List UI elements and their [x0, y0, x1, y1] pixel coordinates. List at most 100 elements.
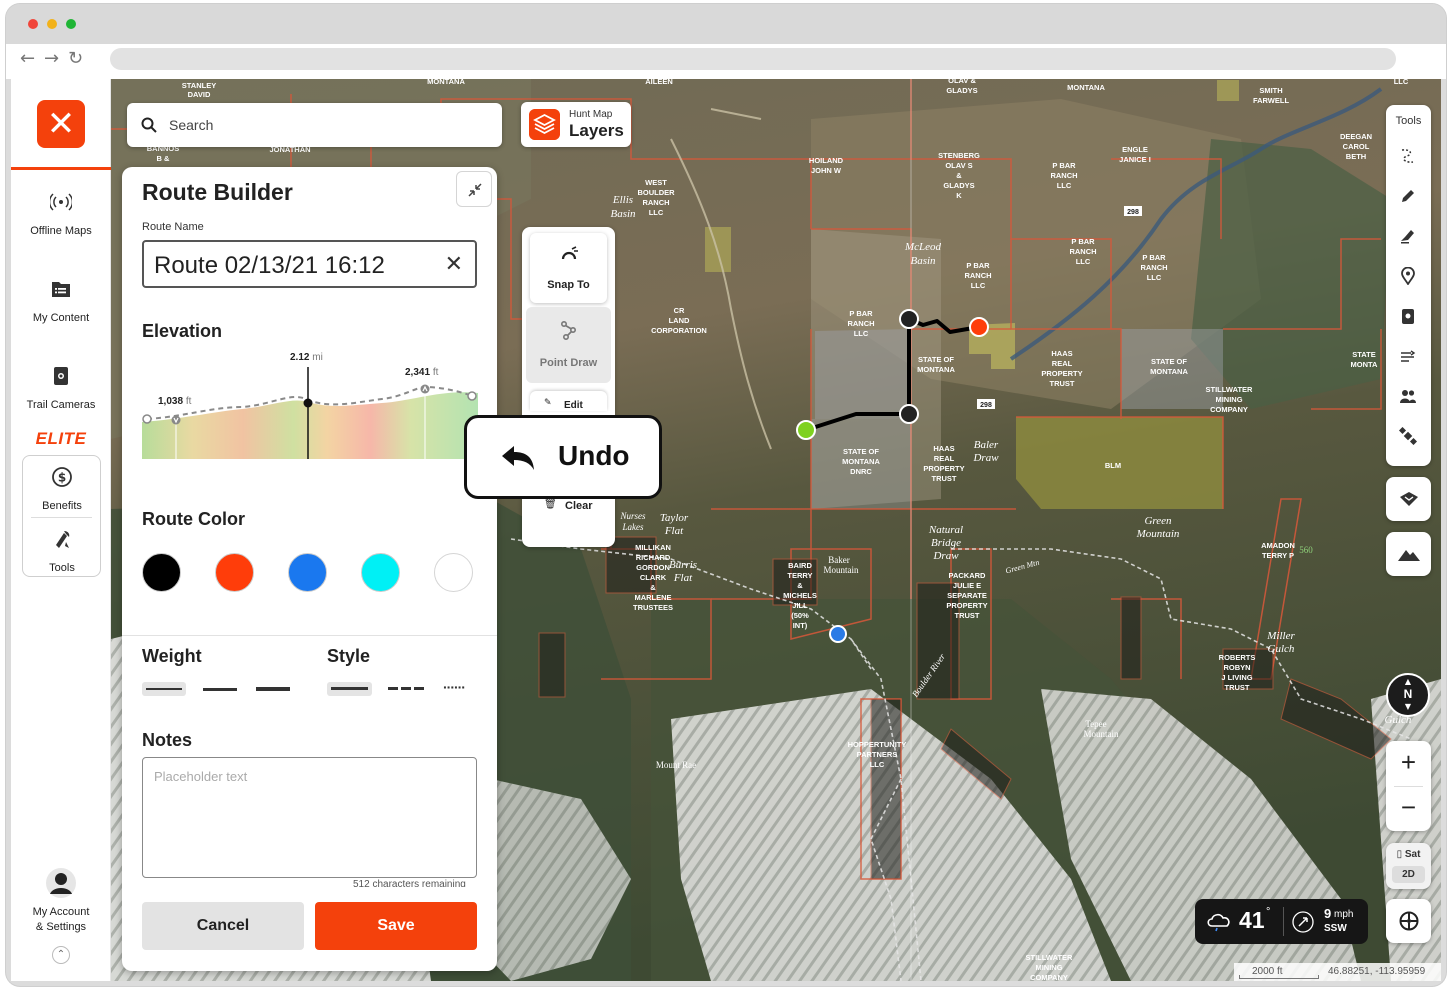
map-label: HAAS [933, 444, 954, 453]
temperature-value: 41 [1239, 907, 1265, 933]
right-tools-title: Tools [1395, 115, 1422, 127]
weather-widget[interactable]: 41 ° 9 mph SSW [1195, 899, 1368, 944]
route-draw-icon[interactable] [1399, 147, 1417, 165]
map-label: JILL [792, 601, 808, 610]
back-arrow-icon[interactable]: ← [20, 48, 35, 69]
color-swatch-cyan[interactable] [361, 553, 400, 592]
dollar-icon: $ [52, 467, 72, 487]
point-draw-tool[interactable]: Point Draw [526, 307, 611, 383]
satellite-icon[interactable] [1399, 427, 1417, 445]
notes-textarea[interactable]: Placeholder text [142, 757, 477, 878]
map-label: STATE OF [843, 447, 879, 456]
map-label: BETH [1346, 152, 1366, 161]
map-label: PARTNERS [857, 750, 898, 759]
panel-title: Route Builder [142, 179, 293, 205]
minimize-window-dot[interactable] [47, 19, 57, 29]
route-end-point[interactable] [969, 317, 989, 337]
cancel-button[interactable]: Cancel [142, 902, 304, 950]
weight-title: Weight [142, 646, 202, 666]
nav-my-content[interactable]: My Content [11, 278, 111, 326]
app-logo[interactable]: ✕ [37, 100, 85, 148]
people-icon[interactable] [1399, 387, 1417, 405]
nav-tools[interactable]: Tools [12, 528, 112, 576]
nav-offline-maps[interactable]: Offline Maps [11, 191, 111, 239]
map-label: LAND [669, 316, 690, 325]
weight-thick-option[interactable] [254, 682, 292, 696]
elevation-max-label: 2,341 ft [405, 367, 439, 378]
color-swatch-blue[interactable] [288, 553, 327, 592]
map-pin-icon[interactable] [1399, 267, 1417, 285]
elevation-min-label: 1,038 ft [158, 396, 192, 407]
nav-tools-label: Tools [49, 562, 75, 574]
map-label: RANCH [1050, 171, 1077, 180]
forward-arrow-icon[interactable]: → [44, 48, 59, 69]
style-solid-option[interactable] [327, 682, 372, 696]
map-label: RANCH [642, 198, 669, 207]
zoom-in-button[interactable]: + [1386, 747, 1431, 778]
compass-button[interactable]: ▲ N ▼ [1386, 673, 1430, 717]
map-label: STATE [1352, 350, 1375, 359]
area-draw-icon[interactable] [1399, 227, 1417, 245]
map-mode-toggle[interactable]: ▯ Sat 2D [1386, 843, 1431, 889]
locate-button[interactable] [1386, 899, 1431, 943]
layers-icon [529, 109, 560, 140]
pencil-icon[interactable] [1399, 187, 1417, 205]
logo-underline [11, 167, 111, 170]
snap-to-label: Snap To [547, 279, 590, 291]
layers-button[interactable]: Hunt Map Layers [521, 102, 631, 147]
nav-benefits[interactable]: $ Benefits [12, 466, 112, 514]
map-label: RANCH [1069, 247, 1096, 256]
layers-subtitle: Hunt Map [569, 109, 613, 120]
nav-trail-cameras[interactable]: Trail Cameras [11, 365, 111, 413]
mountain-icon [1398, 550, 1420, 561]
zoom-out-button[interactable]: − [1386, 792, 1431, 823]
terrain-button[interactable] [1386, 532, 1431, 576]
color-swatch-red[interactable] [215, 553, 254, 592]
clear-tool[interactable]: 🗑 Clear [530, 497, 607, 525]
maximize-window-dot[interactable] [66, 19, 76, 29]
dimension-toggle[interactable]: 2D [1392, 866, 1425, 883]
map-label: BOULDER [637, 188, 675, 197]
route-start-point[interactable] [796, 420, 816, 440]
browser-toolbar: ← → ↻ [6, 44, 1446, 79]
map-label: Tepee [1085, 719, 1106, 729]
url-bar[interactable] [110, 48, 1396, 70]
weight-thin-option[interactable] [142, 682, 186, 696]
close-window-dot[interactable] [28, 19, 38, 29]
snap-to-tool[interactable]: Snap To [530, 233, 607, 303]
collapse-panel-button[interactable] [456, 171, 492, 207]
nav-benefits-label: Benefits [42, 500, 82, 512]
trail-camera-icon [54, 367, 68, 385]
route-waypoint[interactable] [899, 309, 919, 329]
wind-icon[interactable] [1399, 347, 1417, 365]
edit-tool[interactable]: ✎ Edit [530, 391, 607, 411]
route-waypoint[interactable] [899, 404, 919, 424]
nav-account-settings[interactable]: My Account & Settings [11, 867, 111, 935]
color-swatch-white[interactable] [434, 553, 473, 592]
save-button[interactable]: Save [315, 902, 477, 950]
search-bar[interactable]: Search [127, 103, 502, 147]
trail-camera-tool-icon[interactable] [1399, 307, 1417, 325]
map-label: ROBERTS [1219, 653, 1256, 662]
nav-my-content-label: My Content [32, 312, 90, 324]
color-swatch-black[interactable] [142, 553, 181, 592]
3d-terrain-button[interactable] [1386, 477, 1431, 521]
route-name-input[interactable]: Route 02/13/21 16:12 ✕ [142, 240, 477, 288]
clear-input-icon[interactable]: ✕ [445, 252, 463, 277]
map-label: MONTANA [842, 457, 880, 466]
map-coordinates: 46.88251, -113.95959 [1328, 966, 1426, 977]
collapse-nav-chevron-icon[interactable]: ⌃ [52, 946, 70, 964]
map-label: COMPANY [1030, 973, 1068, 981]
wind-direction: SSW [1324, 923, 1347, 934]
style-dashed-option[interactable] [387, 682, 425, 696]
map-label: Draw [932, 550, 959, 562]
compass-label: N [1403, 687, 1413, 701]
weight-medium-option[interactable] [201, 682, 239, 696]
undo-button[interactable]: Undo [464, 415, 662, 499]
map-label: MILLIKAN [635, 543, 671, 552]
reload-icon[interactable]: ↻ [68, 48, 83, 69]
map-label: LLC [971, 281, 986, 290]
map-label: DEEGAN [1340, 132, 1372, 141]
style-dotted-option[interactable]: ······ [443, 680, 481, 696]
nav-trail-cameras-label: Trail Cameras [26, 399, 96, 411]
